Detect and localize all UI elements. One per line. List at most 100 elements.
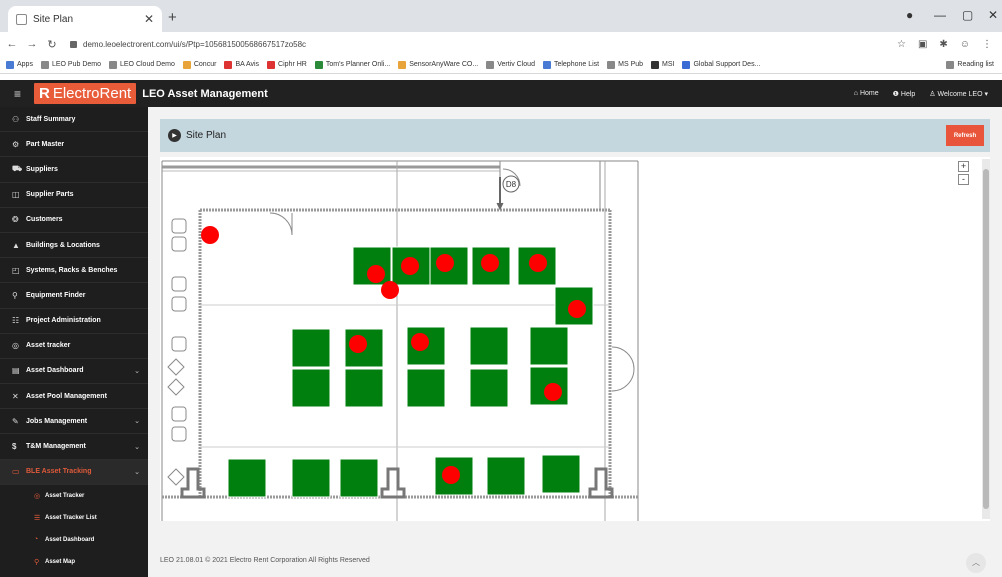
forward-icon[interactable]: → (24, 38, 40, 50)
maximize-icon[interactable]: ▢ (962, 8, 973, 22)
bookmark-item[interactable]: Tom's Planner Onli... (314, 60, 390, 69)
sidebar-item-systems-racks-benches[interactable]: ◰ Systems, Racks & Benches (0, 258, 148, 284)
floor-plan[interactable]: D8 (160, 157, 640, 521)
profile-icon[interactable]: ☺ (960, 39, 970, 50)
zoom-in-button[interactable]: + (958, 161, 969, 172)
home-icon: ⌂ (853, 89, 859, 97)
minimize-icon[interactable]: — (934, 8, 946, 22)
desk[interactable] (469, 326, 509, 366)
sidebar-item-asset-tracker[interactable]: ◎ Asset tracker (0, 334, 148, 359)
close-window-icon[interactable]: ✕ (988, 8, 998, 22)
help-link[interactable]: ❶ Help (893, 90, 916, 98)
main-content: ▶ Site Plan Refresh D8 + - LEO 21.08.01 … (148, 107, 1002, 577)
asset-marker[interactable] (367, 265, 385, 283)
bookmark-apps[interactable]: Apps (6, 60, 33, 69)
user-menu[interactable]: ♙ Welcome LEO ▾ (929, 90, 988, 98)
sidebar-item-equipment-finder[interactable]: ⚲ Equipment Finder (0, 283, 148, 309)
sidebar-item-ble-asset-tracking[interactable]: ▭ BLE Asset Tracking ⌄ (0, 459, 148, 485)
sidebar-item-suppliers[interactable]: ⛟ Suppliers (0, 157, 148, 183)
new-tab-icon[interactable]: + (168, 9, 177, 26)
brand-logo[interactable]: R ElectroRent (34, 83, 137, 104)
bookmark-item[interactable]: Vertiv Cloud (486, 60, 535, 69)
desk[interactable] (406, 368, 446, 408)
sidebar-subitem-asset-map[interactable]: ⚲ Asset Map (0, 551, 148, 573)
scroll-to-top-button[interactable]: ︿ (966, 553, 986, 573)
extension-icon[interactable]: ▣ (918, 39, 927, 50)
asset-marker[interactable] (201, 226, 219, 244)
part-icon: ⚙ (12, 139, 20, 149)
desk[interactable] (541, 454, 581, 494)
map-scrollbar[interactable] (982, 159, 990, 519)
record-icon[interactable]: ● (906, 8, 913, 22)
bookmark-reading-list[interactable]: Reading list (946, 60, 994, 69)
chevron-down-icon: ⌄ (134, 468, 140, 476)
bookmark-item[interactable]: LEO Cloud Demo (109, 60, 175, 69)
truck-icon: ⛟ (12, 164, 23, 174)
back-icon[interactable]: ← (4, 38, 20, 50)
reload-icon[interactable]: ↻ (44, 38, 60, 51)
asset-marker[interactable] (481, 254, 499, 272)
asset-marker[interactable] (401, 257, 419, 275)
sidebar-item-asset-dashboard[interactable]: ▤ Asset Dashboard ⌄ (0, 359, 148, 385)
bookmark-item[interactable]: SensorAnyWare CO... (398, 60, 478, 69)
bookmark-item[interactable]: MS Pub (607, 60, 643, 69)
sidebar: ⚇ Staff Summary ⚙ Part Master ⛟ Suppliers ◫… (0, 107, 148, 577)
sidebar-item-tm-management[interactable]: $ T&M Management ⌄ (0, 434, 148, 460)
sidebar-subitem-asset-tracker[interactable]: ◎ Asset Tracker (0, 485, 148, 507)
sidebar-item-buildings-locations[interactable]: ▲ Buildings & Locations (0, 233, 148, 259)
page-title: Site Plan (186, 130, 227, 141)
desk[interactable] (344, 368, 384, 408)
desk[interactable] (469, 368, 509, 408)
customers-icon: ❂ (12, 215, 19, 225)
bookmark-item[interactable]: Global Support Des... (682, 60, 760, 69)
puzzle-icon[interactable]: ✱ (939, 39, 947, 50)
sidebar-item-supplier-parts[interactable]: ◫ Supplier Parts (0, 183, 148, 208)
desk[interactable] (291, 368, 331, 408)
page-icon (486, 60, 495, 69)
url-field[interactable]: demo.leoelectrorent.com/ui/s/Ptp=1056815… (70, 40, 897, 49)
asset-marker[interactable] (436, 254, 454, 272)
bookmark-item[interactable]: MSI (651, 60, 674, 69)
sidebar-item-jobs-management[interactable]: ✎ Jobs Management ⌄ (0, 409, 148, 435)
asset-marker[interactable] (442, 466, 460, 484)
dashboard-icon: ◔ (34, 536, 39, 544)
menu-dots-icon[interactable]: ⋮ (982, 39, 992, 50)
desk[interactable] (529, 326, 569, 366)
asset-marker[interactable] (381, 281, 399, 299)
bookmark-item[interactable]: Concur (182, 60, 216, 69)
sidebar-item-asset-pool-management[interactable]: ✕ Asset Pool Management (0, 384, 148, 410)
browser-tab[interactable]: Site Plan ✕ (8, 6, 162, 32)
bookmark-item[interactable]: LEO Pub Demo (40, 60, 101, 69)
desk[interactable] (291, 328, 331, 368)
desk[interactable] (227, 458, 267, 498)
hamburger-menu-icon[interactable]: ≡ (14, 87, 30, 101)
star-icon[interactable]: ☆ (897, 39, 906, 50)
refresh-button[interactable]: Refresh (946, 125, 984, 146)
sidebar-item-staff-summary[interactable]: ⚇ Staff Summary (0, 107, 148, 133)
sidebar-item-customers[interactable]: ❂ Customers (0, 208, 148, 233)
asset-marker[interactable] (544, 383, 562, 401)
scrollbar-thumb[interactable] (983, 169, 989, 509)
sidebar-subitem-asset-tracker-list[interactable]: ☰ Asset Tracker List (0, 507, 148, 529)
asset-marker[interactable] (529, 254, 547, 272)
close-tab-icon[interactable]: ✕ (144, 12, 154, 26)
desk[interactable] (291, 458, 331, 498)
desk[interactable] (339, 458, 379, 498)
user-icon: ♙ (929, 90, 936, 98)
bookmark-item[interactable]: BA Avis (224, 60, 259, 69)
desk[interactable] (486, 456, 526, 496)
zoom-out-button[interactable]: - (958, 174, 969, 185)
bookmark-item[interactable]: Telephone List (542, 60, 599, 69)
asset-marker[interactable] (411, 333, 429, 351)
home-link[interactable]: ⌂ Home (854, 90, 879, 98)
asset-marker[interactable] (568, 300, 586, 318)
bookmark-item[interactable]: Ciphr HR (267, 60, 307, 69)
sidebar-subitem-asset-dashboard[interactable]: ◔ Asset Dashboard (0, 529, 148, 551)
concur-icon (182, 60, 191, 69)
tracker-icon: ◎ (34, 492, 41, 500)
sidebar-item-part-master[interactable]: ⚙ Part Master (0, 132, 148, 158)
support-icon (682, 60, 691, 69)
site-plan-map[interactable]: D8 + - (160, 157, 990, 521)
sidebar-item-project-administration[interactable]: ☷ Project Administration (0, 309, 148, 334)
asset-marker[interactable] (349, 335, 367, 353)
